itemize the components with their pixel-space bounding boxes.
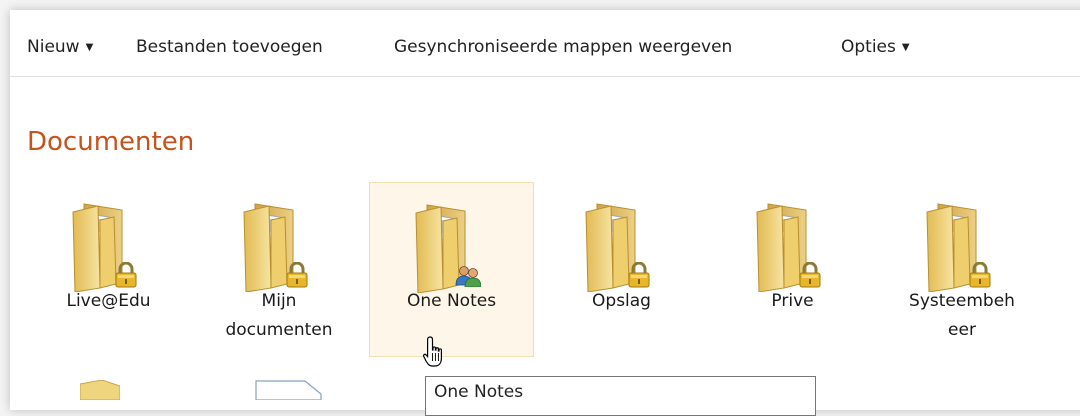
folder-icon bbox=[754, 200, 822, 292]
folder-tile-one-notes[interactable]: One Notes bbox=[369, 182, 534, 357]
folder-icon bbox=[241, 200, 309, 292]
skydrive-panel: Nieuw ▼ Bestanden toevoegen Gesynchronise… bbox=[10, 10, 1080, 416]
lock-icon bbox=[627, 262, 651, 288]
folder-tile-prive[interactable]: Prive bbox=[710, 182, 875, 357]
view-synced-folders-label: Gesynchroniseerde mappen weergeven bbox=[394, 37, 733, 57]
lock-icon bbox=[114, 262, 138, 288]
folder-tile-mijn-documenten[interactable]: Mijn documenten bbox=[197, 182, 362, 357]
folder-label: Mijn documenten bbox=[225, 291, 333, 340]
dropdown-arrow-icon: ▼ bbox=[901, 42, 910, 53]
folder-tile-live-edu[interactable]: Live@Edu bbox=[26, 182, 191, 357]
folder-label: Systeembeheer bbox=[909, 291, 1015, 340]
hand-cursor-icon bbox=[423, 336, 442, 367]
lock-icon bbox=[968, 262, 992, 288]
folder-label: Opslag bbox=[592, 291, 651, 311]
add-files-label: Bestanden toevoegen bbox=[136, 37, 323, 57]
document-icon[interactable] bbox=[255, 380, 325, 400]
dropdown-arrow-icon: ▼ bbox=[85, 42, 94, 53]
options-menu-label: Opties bbox=[841, 37, 896, 57]
shared-users-icon bbox=[455, 266, 481, 287]
folder-tile-systeembeheer[interactable]: Systeembeheer bbox=[880, 182, 1045, 357]
lock-icon bbox=[798, 262, 822, 288]
tooltip: One Notes bbox=[425, 376, 816, 416]
lock-icon bbox=[285, 262, 309, 288]
command-bar: Nieuw ▼ Bestanden toevoegen Gesynchronise… bbox=[10, 10, 1080, 77]
folder-icon bbox=[924, 200, 992, 292]
folder-tile-opslag[interactable]: Opslag bbox=[539, 182, 704, 357]
folder-label: Live@Edu bbox=[66, 291, 151, 311]
section-title: Documenten bbox=[27, 127, 195, 157]
folder-label: One Notes bbox=[406, 291, 497, 311]
folder-icon bbox=[413, 201, 481, 293]
folder-icon bbox=[583, 200, 651, 292]
add-files-button[interactable]: Bestanden toevoegen bbox=[136, 37, 323, 57]
new-menu-label: Nieuw bbox=[27, 37, 80, 57]
options-menu-button[interactable]: Opties ▼ bbox=[841, 37, 910, 57]
folder-icon[interactable] bbox=[80, 380, 120, 400]
folder-label: Prive bbox=[771, 291, 814, 311]
folder-icon bbox=[70, 200, 138, 292]
view-synced-folders-button[interactable]: Gesynchroniseerde mappen weergeven bbox=[394, 37, 732, 57]
new-menu-button[interactable]: Nieuw ▼ bbox=[27, 37, 93, 57]
